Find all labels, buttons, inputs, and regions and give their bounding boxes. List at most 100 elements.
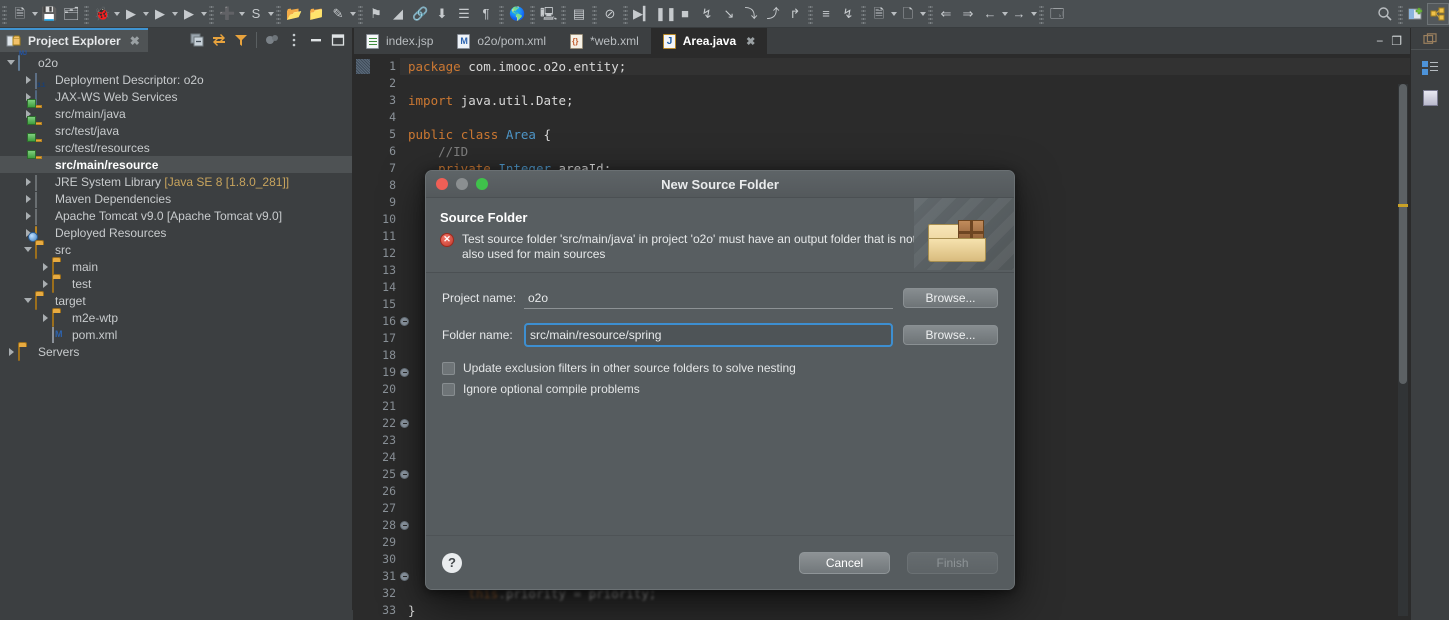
update-exclusion-filters-checkbox[interactable] xyxy=(442,361,455,375)
focus-on-active-task-icon[interactable] xyxy=(262,30,282,50)
gutter-line-6[interactable]: 6 xyxy=(354,143,400,160)
editor-gutter[interactable]: 1 2 3 4 5 6 7 8 9 10 11 12 13 14 15 16 17 18 19 20 21 22 23 24 2… xyxy=(354,54,409,620)
tree-twisty-right-icon[interactable] xyxy=(38,311,52,325)
code-line-1[interactable]: package com.imooc.o2o.entity; xyxy=(400,58,1410,75)
update-exclusion-filters-checkbox-row[interactable]: Update exclusion filters in other source… xyxy=(442,361,998,375)
tree-twisty-right-icon[interactable] xyxy=(4,345,18,359)
gutter-line-28[interactable]: 28 xyxy=(354,517,409,534)
open-type-icon[interactable]: 📂 xyxy=(283,3,305,25)
editor-tab-area-java[interactable]: Area.java ✖ xyxy=(650,28,768,54)
drop-to-frame-icon[interactable]: ↱ xyxy=(784,3,806,25)
gutter-line-15[interactable]: 15 xyxy=(354,296,400,313)
gutter-line-24[interactable]: 24 xyxy=(354,449,400,466)
open-resource-icon[interactable]: 📁 xyxy=(305,3,327,25)
tree-twisty-right-icon[interactable] xyxy=(21,73,35,87)
editor-tab-web-xml[interactable]: *web.xml xyxy=(558,28,651,54)
open-perspective-icon[interactable] xyxy=(1405,3,1427,25)
outline-list-icon[interactable]: ☰ xyxy=(453,3,475,25)
gutter-line-11[interactable]: 11 xyxy=(354,228,400,245)
tree-item-servers[interactable]: Servers xyxy=(0,343,352,361)
folder-name-input[interactable] xyxy=(524,323,893,347)
code-line-2[interactable] xyxy=(400,75,1410,92)
edit-icon[interactable]: ✎ xyxy=(327,3,349,25)
tree-twisty-right-icon[interactable] xyxy=(21,192,35,206)
gutter-line-30[interactable]: 30 xyxy=(354,551,400,568)
tree-item-jre-system-library[interactable]: JRE System Library [Java SE 8 [1.8.0_281… xyxy=(0,173,352,191)
help-button[interactable]: ? xyxy=(442,552,462,573)
disconnect-icon[interactable]: ↯ xyxy=(696,3,718,25)
link-with-editor-icon[interactable] xyxy=(209,30,229,50)
project-tree[interactable]: o2o Deployment Descriptor: o2o JAX-WS Web … xyxy=(0,52,352,361)
terminate-icon[interactable]: ■ xyxy=(674,3,696,25)
resume-icon[interactable]: ▶▎ xyxy=(630,3,653,25)
new-java-project-icon[interactable]: ➕ xyxy=(216,3,238,25)
forward-icon[interactable]: → xyxy=(1008,3,1030,25)
browser-icon[interactable]: 🌎 xyxy=(506,3,528,25)
toolbar-grip[interactable] xyxy=(276,3,281,24)
quick-access-search-icon[interactable] xyxy=(1374,3,1396,25)
back-icon[interactable]: ← xyxy=(979,3,1001,25)
project-name-input[interactable] xyxy=(524,287,893,309)
tree-item-pom-xml[interactable]: pom.xml xyxy=(0,326,352,343)
tree-twisty-down-icon[interactable] xyxy=(21,243,35,257)
restore-editor-icon[interactable]: ❐ xyxy=(1391,34,1402,48)
tree-twisty-right-icon[interactable] xyxy=(21,209,35,223)
step-return-icon[interactable]: ⤴ xyxy=(762,3,784,25)
skip-breakpoints-icon[interactable]: ⊘ xyxy=(599,3,621,25)
gutter-line-20[interactable]: 20 xyxy=(354,381,400,398)
gutter-line-8[interactable]: 8 xyxy=(354,177,400,194)
gutter-line-22[interactable]: 22 xyxy=(354,415,409,432)
gutter-line-5[interactable]: 5 xyxy=(354,126,400,143)
run-server-icon[interactable]: ▶ xyxy=(149,3,171,25)
gutter-line-2[interactable]: 2 xyxy=(354,75,400,92)
toolbar-grip[interactable] xyxy=(861,3,866,24)
folder-browse-button[interactable]: Browse... xyxy=(903,325,998,345)
dropdown-arrow-icon[interactable] xyxy=(920,11,926,16)
code-line-5[interactable]: public class Area { xyxy=(400,126,1410,143)
gutter-line-18[interactable]: 18 xyxy=(354,347,400,364)
task-list-view-icon[interactable] xyxy=(1418,86,1442,110)
tree-item-maven-dependencies[interactable]: Maven Dependencies xyxy=(0,190,352,208)
code-line-3[interactable]: import java.util.Date; xyxy=(400,92,1410,109)
restore-view-icon[interactable] xyxy=(1411,28,1449,50)
new-server-icon[interactable]: 🖳 xyxy=(537,3,559,25)
gutter-line-21[interactable]: 21 xyxy=(354,398,400,415)
open-perspective-icon[interactable]: 🗔 xyxy=(1046,3,1068,25)
java-ee-perspective-icon[interactable] xyxy=(1427,2,1449,25)
step-over-icon[interactable]: ⤵ xyxy=(740,3,762,25)
tree-item-src-test-resources[interactable]: src/test/resources xyxy=(0,139,352,156)
ignore-optional-compile-problems-checkbox[interactable] xyxy=(442,382,455,396)
tree-item-main[interactable]: main xyxy=(0,258,352,276)
toolbar-grip[interactable] xyxy=(84,3,89,24)
gutter-line-32[interactable]: 32 xyxy=(354,585,400,602)
gutter-line-17[interactable]: 17 xyxy=(354,330,400,347)
collapse-all-icon[interactable] xyxy=(187,30,207,50)
back-all-icon[interactable]: ⇐ xyxy=(935,3,957,25)
forward-all-icon[interactable]: ⇒ xyxy=(957,3,979,25)
code-line-6[interactable]: //ID xyxy=(400,143,1410,160)
gutter-line-19[interactable]: 19 xyxy=(354,364,409,381)
ruler-icon[interactable]: ◢ xyxy=(387,3,409,25)
tab-project-explorer[interactable]: Project Explorer ✖ xyxy=(0,28,148,52)
marker-icon[interactable]: ⚑ xyxy=(365,3,387,25)
tree-twisty-down-icon[interactable] xyxy=(4,56,18,70)
new-wizard-icon[interactable]: 🗎 xyxy=(9,3,31,25)
tree-twisty-right-icon[interactable] xyxy=(38,260,52,274)
dropdown-arrow-icon[interactable] xyxy=(1031,11,1037,16)
console-icon[interactable]: ▤ xyxy=(568,3,590,25)
save-icon[interactable]: 💾 xyxy=(38,3,60,25)
toolbar-grip[interactable] xyxy=(928,3,933,24)
minimize-panel-icon[interactable] xyxy=(306,30,326,50)
view-menu-icon[interactable] xyxy=(284,30,304,50)
toolbar-grip[interactable] xyxy=(2,3,7,24)
gutter-line-29[interactable]: 29 xyxy=(354,534,400,551)
tree-item-src-main-resource[interactable]: src/main/resource xyxy=(0,156,352,173)
tree-item-deployment-descriptor-o2o[interactable]: Deployment Descriptor: o2o xyxy=(0,71,352,89)
suspend-icon[interactable]: ❚❚ xyxy=(652,3,677,25)
maximize-panel-icon[interactable] xyxy=(328,30,348,50)
toolbar-grip[interactable] xyxy=(499,3,504,24)
tree-item-target[interactable]: target xyxy=(0,292,352,310)
editor-scrollbar-thumb[interactable] xyxy=(1399,84,1407,384)
editor-warning-marker[interactable] xyxy=(1398,204,1408,207)
editor-tab-o2o-pom-xml[interactable]: o2o/pom.xml xyxy=(445,28,558,54)
